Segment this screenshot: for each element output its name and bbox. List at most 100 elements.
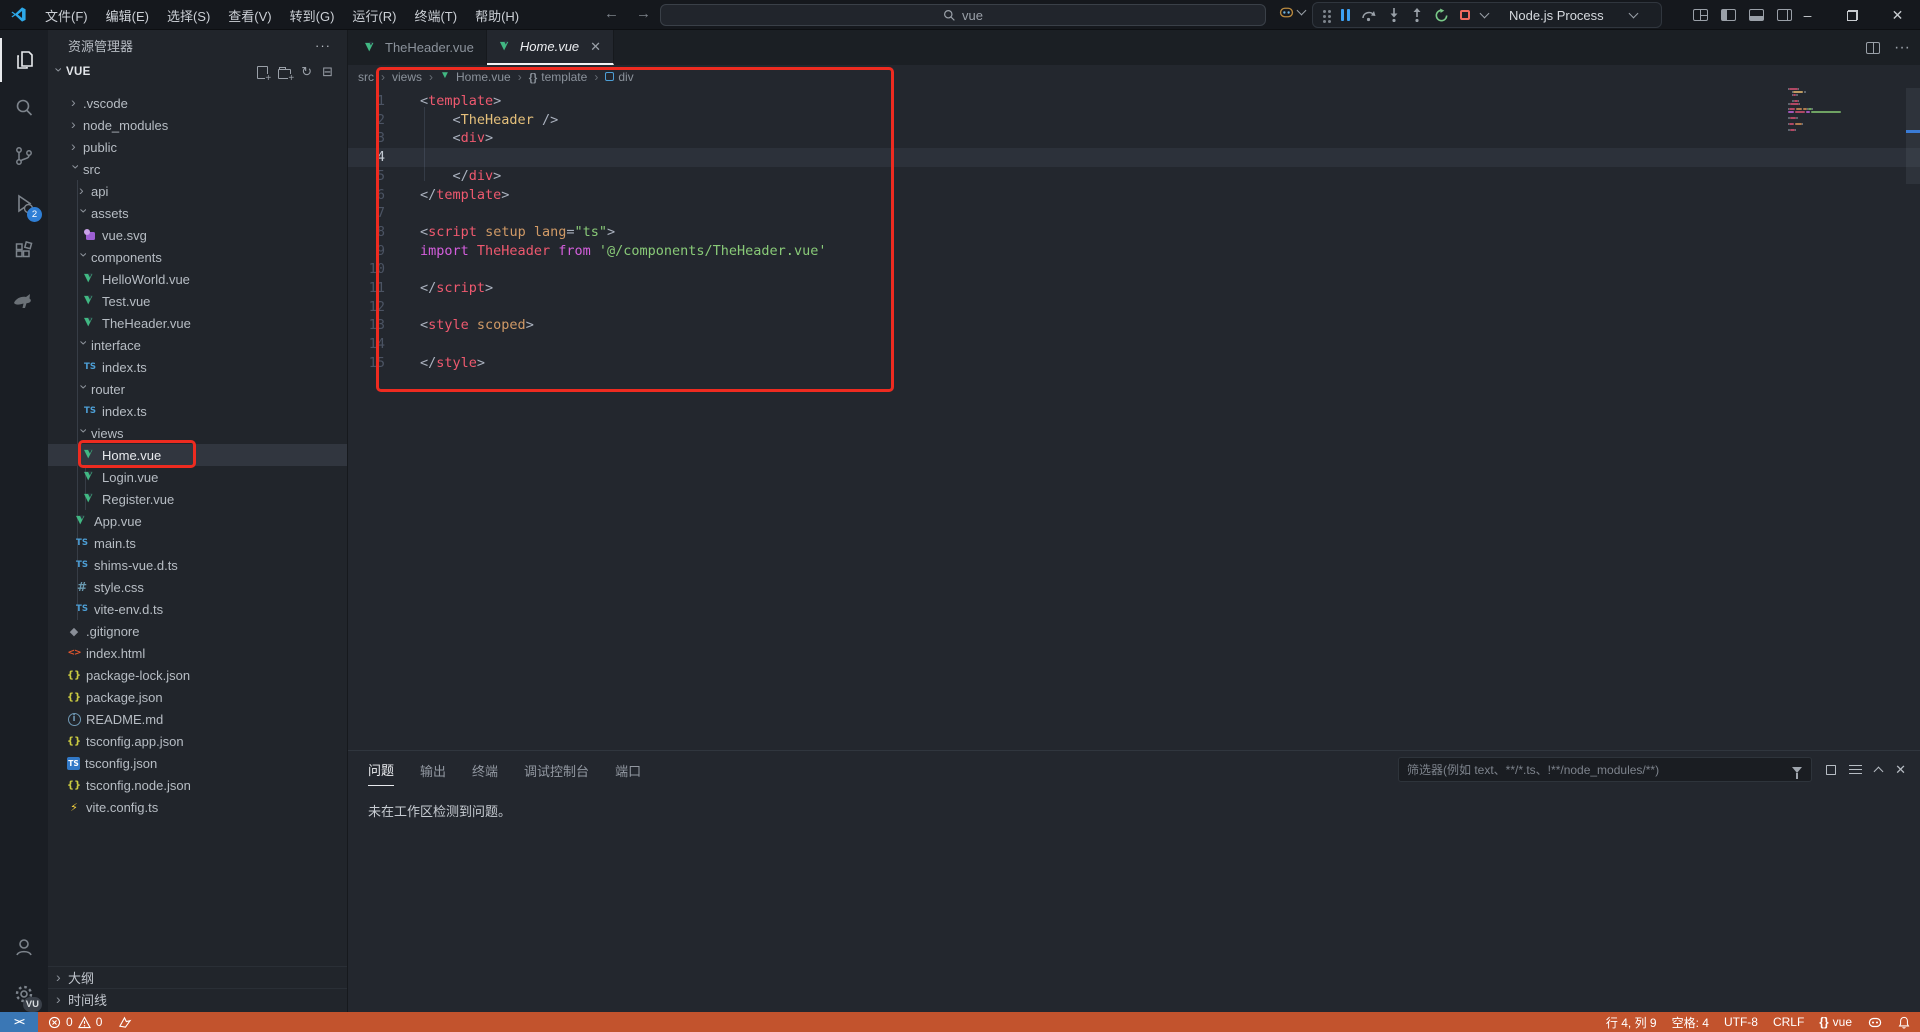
tree-item-index-ts[interactable]: index.ts — [48, 356, 347, 378]
tree-item-helloworld-vue[interactable]: HelloWorld.vue — [48, 268, 347, 290]
maximize-panel-icon[interactable] — [1874, 766, 1884, 776]
filter-input[interactable] — [1399, 763, 1792, 777]
tree-item-views[interactable]: views — [48, 422, 347, 444]
breadcrumb-item-template[interactable]: template — [529, 70, 588, 84]
outline-section[interactable]: 大纲 — [48, 966, 347, 988]
split-editor-icon[interactable] — [1866, 42, 1880, 54]
menu-item-1[interactable]: 编辑(E) — [97, 6, 158, 25]
code-line-11[interactable]: 11</script> — [348, 279, 1920, 298]
breadcrumb-item-views[interactable]: views — [392, 70, 422, 84]
collapse-all-icon[interactable]: ⊟ — [322, 66, 333, 79]
refresh-icon[interactable]: ↻ — [301, 66, 312, 79]
nav-forward-icon[interactable]: → — [636, 5, 651, 22]
code-line-9[interactable]: 9import TheHeader from '@/components/The… — [348, 242, 1920, 261]
tree-item-src[interactable]: src — [48, 158, 347, 180]
tree-item-assets[interactable]: assets — [48, 202, 347, 224]
breadcrumb-item-src[interactable]: src — [358, 70, 374, 84]
code-line-3[interactable]: 3 <div> — [348, 129, 1920, 148]
minimap[interactable] — [1788, 88, 1898, 208]
panel-tab-调试控制台[interactable]: 调试控制台 — [524, 753, 589, 786]
tree-item-router[interactable]: router — [48, 378, 347, 400]
list-view-icon[interactable] — [1849, 765, 1862, 774]
tree-item-package-json[interactable]: package.json — [48, 686, 347, 708]
step-into-icon[interactable] — [1388, 8, 1400, 22]
code-editor[interactable]: 1<template>2 <TheHeader />3 <div>45 </di… — [348, 88, 1920, 750]
menu-item-3[interactable]: 查看(V) — [219, 6, 280, 25]
menu-item-5[interactable]: 运行(R) — [343, 6, 405, 25]
panel-tab-终端[interactable]: 终端 — [472, 753, 498, 786]
tree-item-tsconfig-json[interactable]: tsconfig.json — [48, 752, 347, 774]
problems-status[interactable]: 0 0 — [48, 1015, 132, 1029]
more-actions-icon[interactable]: ··· — [315, 38, 331, 53]
close-button[interactable]: ✕ — [1875, 0, 1920, 30]
source-control-tab[interactable] — [0, 134, 48, 178]
pause-button[interactable] — [1341, 9, 1350, 21]
chevron-down-icon[interactable] — [1480, 8, 1490, 18]
copilot-status-icon[interactable] — [1867, 1016, 1883, 1029]
tree-item-main-ts[interactable]: main.ts — [48, 532, 347, 554]
breadcrumb[interactable]: src›views›Home.vue›template›div — [358, 65, 634, 88]
command-center-search[interactable]: vue — [660, 4, 1266, 26]
tree-item--gitignore[interactable]: .gitignore — [48, 620, 347, 642]
tree-item-vue-svg[interactable]: vue.svg — [48, 224, 347, 246]
kangaroo-extension-tab[interactable] — [0, 280, 48, 324]
bell-icon[interactable] — [1898, 1016, 1910, 1029]
code-line-13[interactable]: 13<style scoped> — [348, 316, 1920, 335]
restore-button[interactable] — [1830, 0, 1875, 30]
step-out-icon[interactable] — [1411, 8, 1423, 22]
restart-icon[interactable] — [1434, 8, 1449, 23]
tree-item-index-ts[interactable]: index.ts — [48, 400, 347, 422]
tree-item-test-vue[interactable]: Test.vue — [48, 290, 347, 312]
run-debug-tab[interactable]: 2 — [0, 182, 48, 226]
tree-item-vite-env-d-ts[interactable]: vite-env.d.ts — [48, 598, 347, 620]
code-line-2[interactable]: 2 <TheHeader /> — [348, 111, 1920, 130]
indentation[interactable]: 空格: 4 — [1672, 1014, 1709, 1031]
tree-item-interface[interactable]: interface — [48, 334, 347, 356]
tree-item-components[interactable]: components — [48, 246, 347, 268]
nav-back-icon[interactable]: ← — [604, 5, 619, 22]
code-line-10[interactable]: 10 — [348, 260, 1920, 279]
copilot-button[interactable] — [1278, 5, 1305, 20]
eol-sequence[interactable]: CRLF — [1773, 1015, 1804, 1029]
menu-item-7[interactable]: 帮助(H) — [466, 6, 528, 25]
breadcrumb-item-home-vue[interactable]: Home.vue — [440, 70, 511, 84]
new-folder-icon[interactable] — [278, 69, 291, 79]
tree-item-app-vue[interactable]: App.vue — [48, 510, 347, 532]
tree-item-home-vue[interactable]: Home.vue — [48, 444, 347, 466]
accounts-button[interactable] — [0, 925, 48, 969]
code-line-8[interactable]: 8<script setup lang="ts"> — [348, 223, 1920, 242]
scrollbar-thumb[interactable] — [1906, 88, 1920, 184]
tree-item-vite-config-ts[interactable]: vite.config.ts — [48, 796, 347, 818]
code-line-4[interactable]: 4 — [348, 148, 1920, 167]
tree-item-login-vue[interactable]: Login.vue — [48, 466, 347, 488]
problems-filter[interactable] — [1398, 757, 1812, 782]
tree-item-package-lock-json[interactable]: package-lock.json — [48, 664, 347, 686]
tab-theheader[interactable]: TheHeader.vue — [352, 30, 487, 65]
breadcrumb-item-div[interactable]: div — [605, 70, 633, 84]
code-line-7[interactable]: 7 — [348, 204, 1920, 223]
encoding[interactable]: UTF-8 — [1724, 1015, 1758, 1029]
panel-tab-输出[interactable]: 输出 — [420, 753, 446, 786]
step-over-icon[interactable] — [1361, 8, 1377, 22]
tree-item-node-modules[interactable]: node_modules — [48, 114, 347, 136]
extensions-tab[interactable] — [0, 230, 48, 274]
code-line-12[interactable]: 12 — [348, 298, 1920, 317]
toggle-panel-icon[interactable] — [1749, 9, 1764, 21]
stop-icon[interactable] — [1460, 10, 1470, 20]
search-tab[interactable] — [0, 86, 48, 130]
remote-indicator[interactable]: >< — [0, 1012, 38, 1032]
tree-item--vscode[interactable]: .vscode — [48, 92, 347, 114]
menu-item-0[interactable]: 文件(F) — [36, 6, 97, 25]
customize-layout-icon[interactable] — [1693, 9, 1708, 21]
timeline-section[interactable]: 时间线 — [48, 988, 347, 1010]
close-tab-icon[interactable]: ✕ — [590, 39, 601, 55]
code-line-6[interactable]: 6</template> — [348, 186, 1920, 205]
panel-tab-问题[interactable]: 问题 — [368, 752, 394, 786]
close-panel-icon[interactable]: ✕ — [1895, 762, 1906, 778]
tab-home[interactable]: Home.vue ✕ — [487, 30, 614, 65]
tree-item-index-html[interactable]: index.html — [48, 642, 347, 664]
settings-button[interactable]: VU — [0, 972, 48, 1016]
new-file-icon[interactable] — [257, 66, 268, 79]
tree-item-tsconfig-app-json[interactable]: tsconfig.app.json — [48, 730, 347, 752]
tree-item-readme-md[interactable]: README.md — [48, 708, 347, 730]
